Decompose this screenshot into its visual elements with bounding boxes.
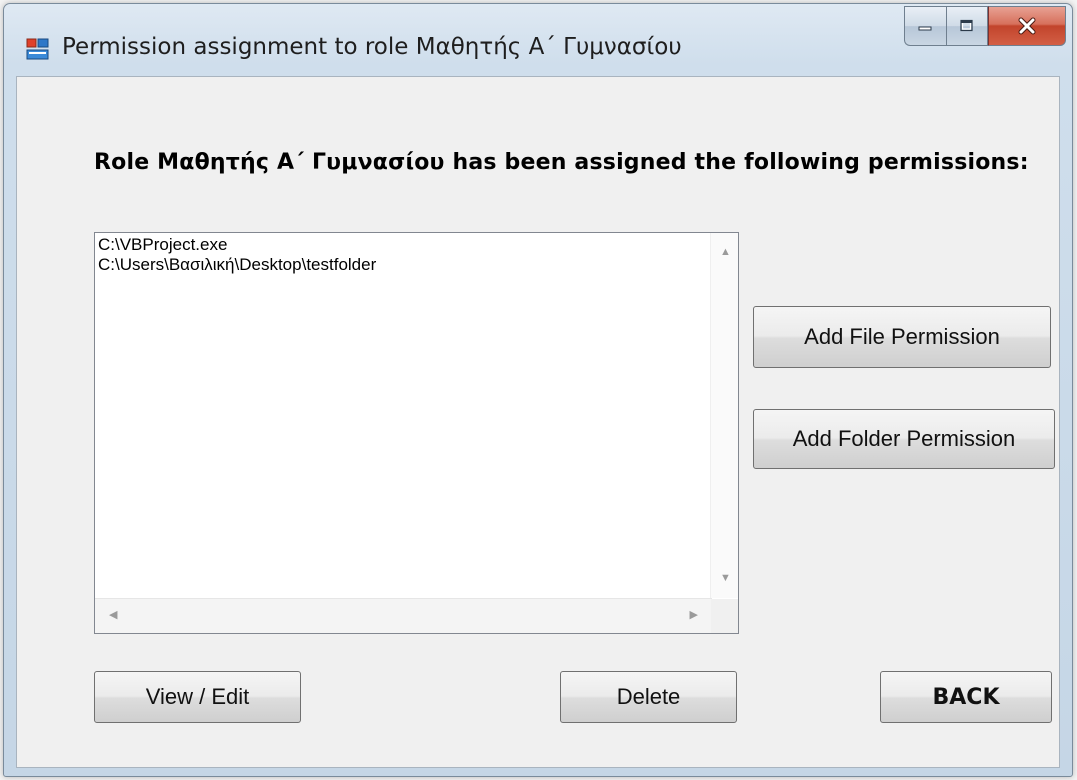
scroll-left-icon[interactable]: ◀ xyxy=(109,610,117,621)
scroll-up-icon[interactable]: ▲ xyxy=(720,247,731,258)
vertical-scrollbar[interactable]: ▲ ▼ xyxy=(710,233,738,598)
close-icon xyxy=(1018,17,1036,35)
app-icon xyxy=(26,38,49,60)
app-window: Permission assignment to role Μαθητής Α΄… xyxy=(3,3,1073,777)
delete-button[interactable]: Delete xyxy=(560,671,737,723)
add-folder-permission-button[interactable]: Add Folder Permission xyxy=(753,409,1055,469)
form-client-area: Role Μαθητής Α΄ Γυμνασίου has been assig… xyxy=(16,76,1060,768)
maximize-icon xyxy=(960,19,973,32)
scroll-right-icon[interactable]: ▶ xyxy=(690,610,698,621)
scroll-down-icon[interactable]: ▼ xyxy=(720,573,731,584)
horizontal-scrollbar[interactable]: ◀ ▶ xyxy=(95,598,712,633)
permissions-items: C:\VBProject.exe C:\Users\Βασιλική\Deskt… xyxy=(96,235,376,275)
permissions-heading: Role Μαθητής Α΄ Γυμνασίου has been assig… xyxy=(94,150,1029,175)
close-button[interactable] xyxy=(988,6,1066,46)
back-button[interactable]: BACK xyxy=(880,671,1052,723)
list-item[interactable]: C:\Users\Βασιλική\Desktop\testfolder xyxy=(96,255,376,275)
view-edit-button[interactable]: View / Edit xyxy=(94,671,301,723)
minimize-button[interactable] xyxy=(904,6,946,46)
title-bar[interactable]: Permission assignment to role Μαθητής Α΄… xyxy=(4,4,1072,74)
permissions-listbox[interactable]: C:\VBProject.exe C:\Users\Βασιλική\Deskt… xyxy=(94,232,739,634)
maximize-button[interactable] xyxy=(946,6,988,46)
scrollbar-corner xyxy=(711,599,738,633)
caption-buttons xyxy=(904,6,1066,46)
list-item[interactable]: C:\VBProject.exe xyxy=(96,235,376,255)
add-file-permission-button[interactable]: Add File Permission xyxy=(753,306,1051,368)
window-title: Permission assignment to role Μαθητής Α΄… xyxy=(62,34,682,60)
minimize-icon xyxy=(918,26,931,31)
